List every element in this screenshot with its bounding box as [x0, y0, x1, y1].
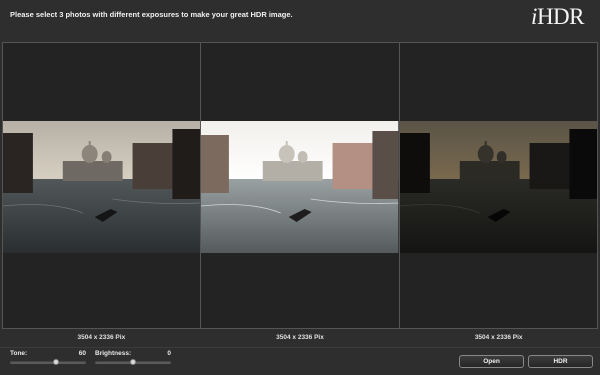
brightness-label: Brightness:: [95, 350, 132, 357]
photo-slot-2[interactable]: [201, 43, 400, 328]
venice-photo-over: [201, 121, 399, 253]
ihdr-logo: iHDR: [531, 4, 584, 30]
hdr-button[interactable]: HDR: [528, 355, 593, 368]
brightness-control: Brightness: 0: [95, 350, 171, 370]
header: Please select 3 photos with different ex…: [0, 0, 600, 42]
logo-hdr: HDR: [536, 4, 585, 29]
tone-control: Tone: 60: [10, 350, 86, 370]
photo-2-dimensions: 3504 x 2336 Pix: [276, 334, 324, 341]
brightness-slider-thumb[interactable]: [130, 359, 136, 365]
venice-photo-under: [399, 121, 597, 253]
open-button[interactable]: Open: [459, 355, 524, 368]
tone-label: Tone:: [10, 350, 28, 357]
tone-slider-track[interactable]: [10, 361, 86, 364]
footer-divider: [0, 347, 600, 348]
tone-slider-thumb[interactable]: [52, 359, 59, 365]
photo-under-exposure[interactable]: [399, 121, 597, 253]
photo-3-dimensions: 3504 x 2336 Pix: [474, 334, 523, 341]
brightness-value: 0: [167, 350, 171, 357]
photo-slot-3[interactable]: [399, 43, 597, 328]
photo-1-dimensions: 3504 x 2336 Pix: [77, 334, 126, 341]
photo-normal-exposure[interactable]: [3, 121, 201, 253]
photo-slot-1[interactable]: [3, 43, 202, 328]
photo-gallery: [2, 42, 598, 329]
tone-value: 60: [78, 350, 86, 357]
instruction-text: Please select 3 photos with different ex…: [10, 10, 293, 19]
photo-over-exposure[interactable]: [201, 121, 399, 253]
dimensions-row: 3504 x 2336 Pix 3504 x 2336 Pix 3504 x 2…: [2, 330, 598, 346]
venice-photo-normal: [3, 121, 201, 253]
